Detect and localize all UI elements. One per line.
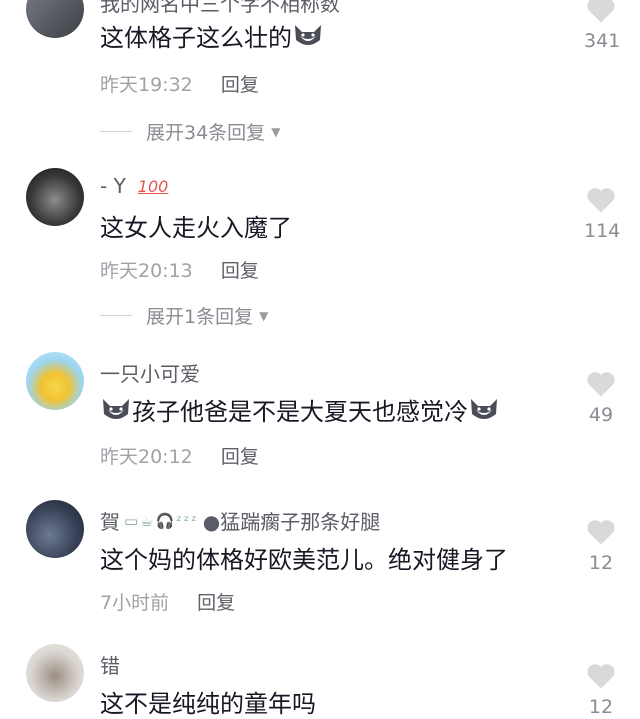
like-count: 341	[584, 30, 621, 52]
like-button[interactable]: 341	[584, 0, 621, 52]
decorative-emoji-icons: ▭☕🎧ᶻᶻᶻ	[124, 511, 199, 530]
like-button[interactable]: 12	[584, 660, 618, 718]
comment-username[interactable]: 我的网名中三个字不相称数	[100, 0, 340, 17]
hundred-points-icon: 100	[137, 176, 169, 196]
comment-time: 昨天20:13	[100, 260, 193, 282]
avatar[interactable]	[26, 168, 84, 226]
comment-text: 孩子他爸是不是大夏天也感觉冷	[100, 392, 500, 427]
comment-time: 昨天20:12	[100, 446, 193, 468]
dog-emoji-icon	[295, 24, 321, 45]
like-count: 49	[588, 404, 614, 426]
avatar[interactable]	[26, 0, 84, 38]
comment-meta: 7小时前 回复	[100, 588, 235, 615]
expand-replies-button[interactable]: 展开34条回复 ▼	[100, 118, 280, 145]
comment-text: 这体格子这么壮的	[100, 18, 324, 53]
comment-text: 这女人走火入魔了	[100, 214, 292, 242]
reply-button[interactable]: 回复	[221, 74, 259, 96]
dog-emoji-icon	[103, 398, 129, 419]
dog-emoji-icon	[471, 398, 497, 419]
comment-meta: 昨天20:13 回复	[100, 256, 259, 283]
heart-icon	[587, 188, 615, 213]
like-count: 12	[588, 696, 614, 718]
like-count: 12	[588, 552, 614, 574]
caret-down-icon: ▼	[259, 308, 269, 323]
comment-username[interactable]: - Y 100	[100, 174, 168, 198]
avatar[interactable]	[26, 644, 84, 702]
comment-meta: 昨天19:32 回复	[100, 70, 259, 97]
caret-down-icon: ▼	[271, 124, 281, 139]
like-count: 114	[584, 220, 621, 242]
expand-replies-button[interactable]: 展开1条回复 ▼	[100, 302, 268, 329]
comment-username[interactable]: 一只小可爱	[100, 358, 200, 387]
reply-button[interactable]: 回复	[221, 446, 259, 468]
heart-icon	[587, 520, 615, 545]
reply-button[interactable]: 回复	[221, 260, 259, 282]
divider	[100, 131, 132, 132]
comment-meta: 昨天20:12 回复	[100, 442, 259, 469]
heart-icon	[587, 372, 615, 397]
comment-text: 这个妈的体格好欧美范儿。绝对健身了	[100, 546, 508, 574]
comment-time: 7小时前	[100, 592, 170, 614]
like-button[interactable]: 12	[584, 516, 618, 574]
comment-username[interactable]: 错	[100, 650, 120, 679]
heart-icon	[587, 0, 615, 23]
reply-button[interactable]: 回复	[197, 592, 235, 614]
comment-time: 昨天19:32	[100, 74, 193, 96]
comment-username[interactable]: 賀 ▭☕🎧ᶻᶻᶻ ●猛踹瘸子那条好腿	[100, 506, 380, 535]
like-button[interactable]: 49	[584, 368, 618, 426]
avatar[interactable]	[26, 500, 84, 558]
divider	[100, 315, 132, 316]
heart-icon	[587, 664, 615, 689]
comment-text: 这不是纯纯的童年吗	[100, 690, 316, 718]
avatar[interactable]	[26, 352, 84, 410]
like-button[interactable]: 114	[584, 184, 621, 242]
